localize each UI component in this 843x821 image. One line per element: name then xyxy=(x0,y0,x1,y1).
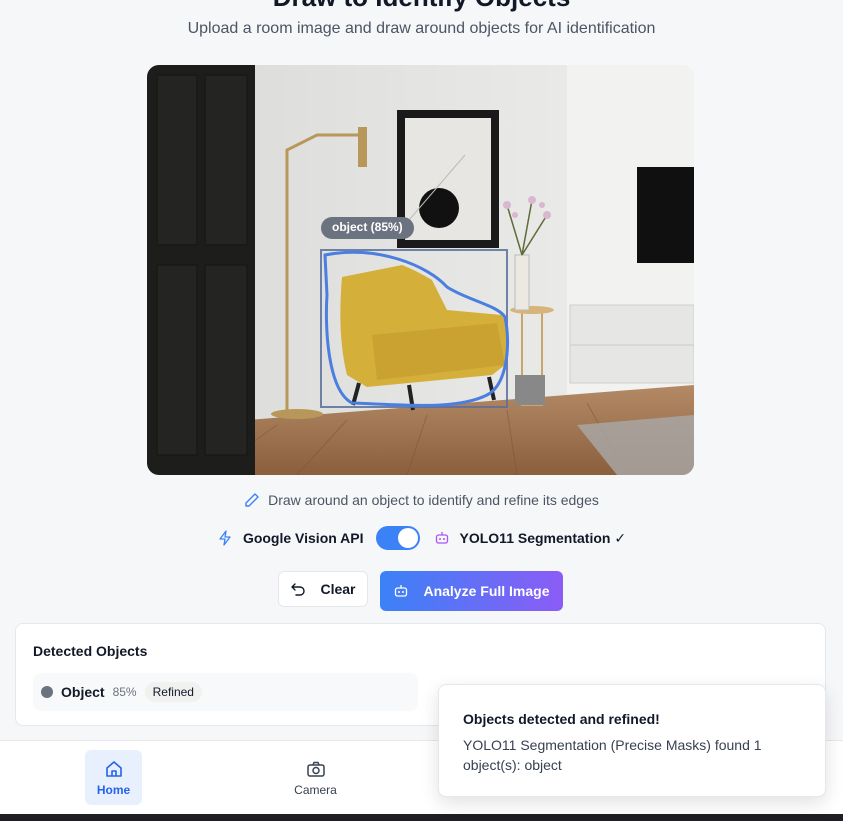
hint-text: Draw around an object to identify and re… xyxy=(268,492,599,508)
toast-body: YOLO11 Segmentation (Precise Masks) foun… xyxy=(463,737,762,773)
nav-home-label: Home xyxy=(96,782,131,797)
analyze-full-image-button[interactable]: Analyze Full Image xyxy=(380,571,563,611)
drawing-canvas[interactable]: object (85%) xyxy=(147,65,694,475)
undo-icon xyxy=(291,583,306,596)
detected-objects-title: Detected Objects xyxy=(33,643,148,659)
status-badge: Refined xyxy=(144,682,202,702)
mode-switch[interactable] xyxy=(375,526,420,550)
toast-notification: Objects detected and refined! YOLO11 Seg… xyxy=(438,684,826,797)
home-icon xyxy=(105,760,122,777)
object-color-dot xyxy=(41,686,53,698)
nav-camera-label: Camera xyxy=(294,782,337,797)
clear-label: Clear xyxy=(320,581,356,597)
nav-item-home[interactable]: Home xyxy=(85,750,142,805)
pencil-icon xyxy=(245,493,259,507)
room-image xyxy=(147,65,694,475)
robot-icon xyxy=(434,530,450,546)
switch-knob xyxy=(397,528,418,548)
camera-icon xyxy=(306,761,325,777)
page-title: Draw to Identify Objects xyxy=(0,0,843,13)
instruction-hint: Draw around an object to identify and re… xyxy=(0,492,843,508)
lightning-icon xyxy=(217,530,233,546)
robot-icon xyxy=(395,585,408,597)
nav-item-camera[interactable]: Camera xyxy=(287,750,344,805)
system-bar xyxy=(0,814,843,821)
google-vision-label: Google Vision API xyxy=(242,530,364,546)
yolo-label: YOLO11 Segmentation ✓ xyxy=(459,529,627,546)
clear-button[interactable]: Clear xyxy=(278,571,368,607)
object-confidence: 85% xyxy=(112,685,137,699)
mode-toggle-row: Google Vision API YOLO11 Segmentation ✓ xyxy=(0,526,843,550)
analyze-label: Analyze Full Image xyxy=(423,583,550,599)
list-item[interactable]: Object 85% Refined xyxy=(33,673,418,711)
page-subtitle: Upload a room image and draw around obje… xyxy=(187,20,656,37)
object-name: Object xyxy=(61,684,105,700)
detection-label: object (85%) xyxy=(321,217,414,239)
toast-title: Objects detected and refined! xyxy=(463,711,660,727)
